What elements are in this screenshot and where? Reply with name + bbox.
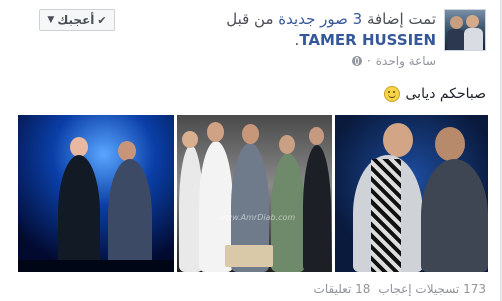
smiley-icon bbox=[383, 86, 400, 102]
photo2-person-1-head bbox=[182, 131, 198, 148]
timestamp-link[interactable]: ساعة واحدة bbox=[376, 54, 436, 68]
avatar-figure-right bbox=[464, 28, 483, 50]
photo2-person-5-head bbox=[309, 127, 324, 145]
feed-post-card: تمت إضافة 3 صور جديدة من قبل TAMER HUSSI… bbox=[0, 0, 501, 301]
post-meta: ساعة واحدة · bbox=[351, 54, 436, 68]
photo2-person-4-head bbox=[279, 135, 295, 154]
avatar-face-right bbox=[466, 15, 479, 28]
globe-icon[interactable] bbox=[351, 56, 362, 66]
like-button-label: أعجبك bbox=[57, 13, 95, 27]
like-page-button[interactable]: ✔ أعجبك ▼ bbox=[39, 9, 115, 31]
photo-count-link[interactable]: 3 bbox=[353, 10, 363, 28]
post-engagement-footer: 173 تسجيلات إعجاب 18 تعليقات bbox=[314, 282, 486, 296]
photo3-person-left-head bbox=[383, 123, 413, 157]
chevron-down-icon: ▼ bbox=[47, 15, 55, 25]
photo3-scarf bbox=[371, 159, 401, 272]
headline-by: من قبل bbox=[226, 10, 274, 28]
photo2-watermark: www.AmrDiab.com bbox=[219, 213, 296, 222]
status-text: صباحكم ديابى bbox=[405, 86, 487, 102]
post-photo-2[interactable]: www.AmrDiab.com bbox=[177, 115, 332, 272]
photo2-person-3-head bbox=[242, 124, 259, 144]
avatar-figure-left bbox=[447, 29, 465, 50]
photo1-person-left-body bbox=[58, 155, 100, 272]
photo3-person-right-head bbox=[435, 127, 465, 161]
post-status-text: صباحكم ديابى bbox=[383, 86, 487, 102]
photo2-person-2-head bbox=[207, 122, 224, 142]
photo1-person-left-head bbox=[70, 137, 88, 157]
post-photo-3[interactable] bbox=[335, 115, 488, 272]
meta-separator: · bbox=[366, 54, 371, 68]
photo1-person-right-head bbox=[118, 141, 136, 161]
author-name-link[interactable]: TAMER HUSSIEN bbox=[299, 31, 436, 49]
check-icon: ✔ bbox=[97, 13, 107, 27]
post-headline: تمت إضافة 3 صور جديدة من قبل TAMER HUSSI… bbox=[186, 9, 436, 51]
photo3-person-right-body bbox=[421, 159, 488, 272]
photo1-person-right-body bbox=[108, 159, 152, 272]
post-photo-1[interactable] bbox=[18, 115, 174, 272]
photo1-stage-floor bbox=[18, 260, 174, 272]
headline-prefix: تمت إضافة bbox=[366, 10, 436, 28]
comments-count-link[interactable]: 18 تعليقات bbox=[314, 282, 371, 296]
likes-count-link[interactable]: 173 تسجيلات إعجاب bbox=[378, 282, 486, 296]
author-avatar[interactable] bbox=[444, 9, 486, 51]
new-photos-link[interactable]: صور جديدة bbox=[278, 10, 348, 28]
photo2-cake bbox=[225, 245, 273, 267]
avatar-face-left bbox=[450, 16, 463, 29]
photo2-person-5 bbox=[303, 145, 331, 272]
